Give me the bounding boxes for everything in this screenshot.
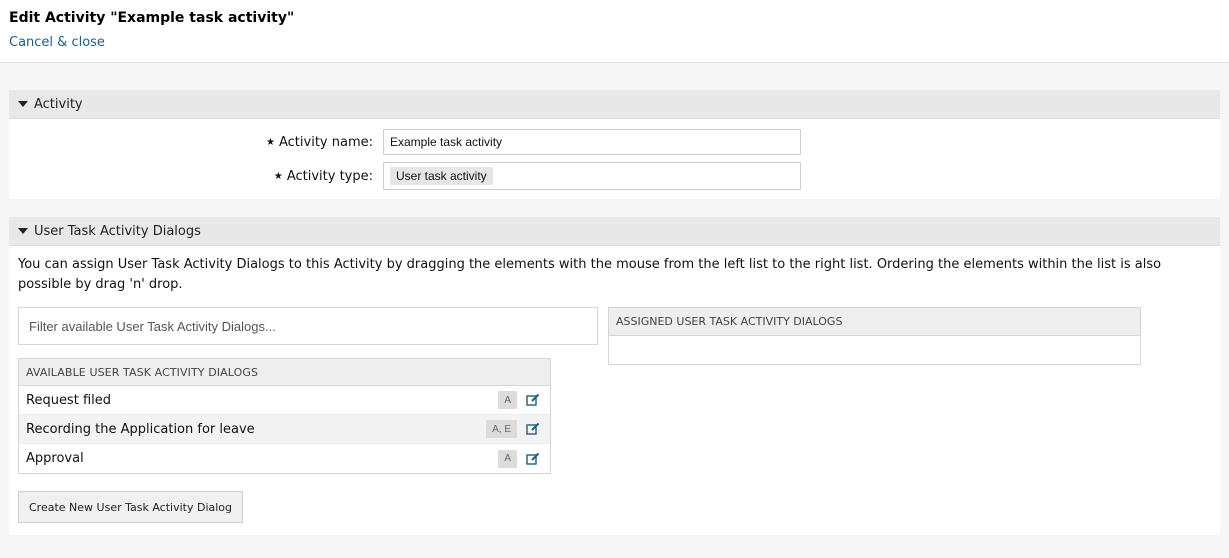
activity-form: ★Activity name: ★Activity type: User tas… [9,119,1220,199]
page-title: Edit Activity "Example task activity" [9,10,295,26]
assigned-list-header: ASSIGNED USER TASK ACTIVITY DIALOGS [609,308,1140,336]
list-item[interactable]: Approval A [19,444,550,473]
list-item-badge: A, E [486,420,517,438]
edit-icon[interactable] [525,451,541,467]
triangle-down-icon[interactable] [18,101,28,107]
list-item-label: Request filed [26,392,111,408]
dialogs-widget: User Task Activity Dialogs You can assig… [9,217,1220,535]
list-item[interactable]: Request filed A [19,386,550,415]
available-column: AVAILABLE USER TASK ACTIVITY DIALOGS Req… [18,307,598,523]
available-list-header: AVAILABLE USER TASK ACTIVITY DIALOGS [19,359,550,386]
list-item-badge: A [498,391,517,409]
dialogs-widget-header[interactable]: User Task Activity Dialogs [9,217,1220,246]
list-item-label: Recording the Application for leave [26,421,255,437]
activity-name-row: ★ Activity name: [9,125,1220,159]
assigned-drop-zone[interactable] [609,336,1140,364]
activity-type-label: ★ Activity type: [9,169,383,184]
dialogs-columns: AVAILABLE USER TASK ACTIVITY DIALOGS Req… [18,307,1211,523]
activity-name-input[interactable] [383,129,801,155]
activity-type-select[interactable]: User task activity [383,162,801,190]
activity-widget-title: Activity [34,96,83,112]
triangle-down-icon[interactable] [18,228,28,234]
list-item-label: Approval [26,451,84,466]
dialogs-widget-title: User Task Activity Dialogs [34,223,201,239]
activity-widget-header[interactable]: Activity [9,90,1220,119]
assigned-list[interactable]: ASSIGNED USER TASK ACTIVITY DIALOGS [608,307,1141,365]
list-item[interactable]: Recording the Application for leave A, E [19,415,550,444]
star-icon: ★ [273,170,283,182]
available-list: AVAILABLE USER TASK ACTIVITY DIALOGS Req… [18,358,551,474]
create-dialog-button[interactable]: Create New User Task Activity Dialog [18,491,244,523]
dialogs-description: You can assign User Task Activity Dialog… [18,257,1162,292]
activity-type-selected-chip[interactable]: User task activity [390,167,493,185]
activity-type-row: ★ Activity type: User task activity [9,159,1220,193]
filter-available-input[interactable] [18,307,598,345]
activity-name-label: ★ Activity name: [9,135,383,150]
main-content: Activity ★Activity name: ★Activity type:… [0,63,1229,535]
edit-icon[interactable] [525,392,541,408]
activity-name-label-text: Activity name: [279,134,373,150]
page-header: Edit Activity "Example task activity" Ca… [0,0,1229,63]
cancel-close-link[interactable]: Cancel & close [9,33,105,53]
activity-widget: Activity ★Activity name: ★Activity type:… [9,90,1220,199]
assigned-column: ASSIGNED USER TASK ACTIVITY DIALOGS [608,307,1141,365]
list-item-badge: A [498,449,517,468]
edit-icon[interactable] [525,421,541,437]
star-icon: ★ [266,136,275,148]
activity-type-label-text: Activity type: [286,168,373,184]
dialogs-body: You can assign User Task Activity Dialog… [9,246,1220,535]
